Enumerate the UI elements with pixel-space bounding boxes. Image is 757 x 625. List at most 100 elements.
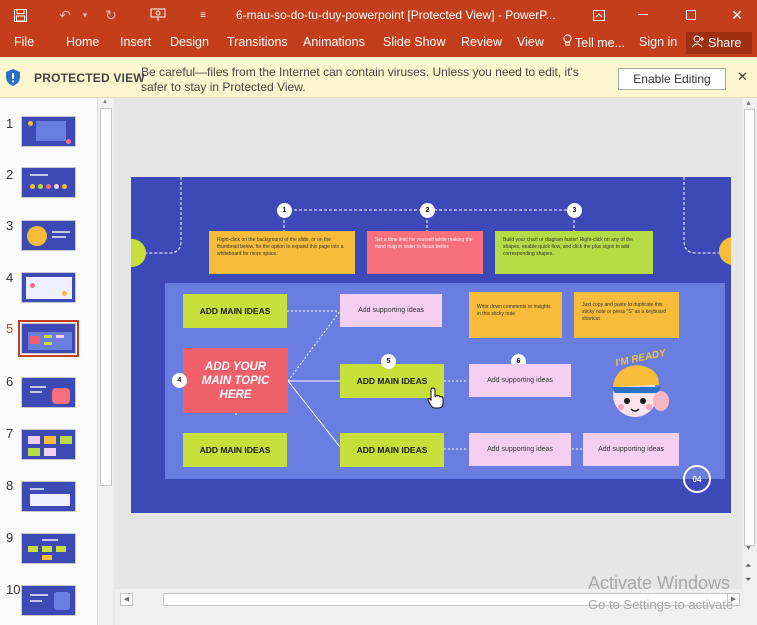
customize-quick-access-icon[interactable]: ≡ [196,0,210,30]
slide-thumbnail-1[interactable] [21,116,76,147]
protected-view-bar: PROTECTED VIEW Be careful—files from the… [0,57,757,98]
slide-thumbnail-pane: 1 2 3 4 5 6 7 8 9 10 [0,98,97,625]
share-label: Share [708,36,742,50]
thumb-shape [54,592,70,610]
tab-home[interactable]: Home [66,30,99,57]
slide-thumbnail-7[interactable] [21,429,76,460]
thumb-shape [28,448,40,456]
activate-windows-watermark: Activate Windows [588,573,731,593]
thumb-number: 4 [6,270,14,285]
thumb-line [30,386,46,388]
sticky-note-5[interactable]: Just copy and paste to duplicate this st… [574,292,679,338]
slide-thumbnail-2[interactable] [21,167,76,198]
tab-file[interactable]: File [14,30,34,57]
main-idea-box-4[interactable]: ADD MAIN IDEAS [340,433,444,467]
thumb-shape [44,448,56,456]
page-number-badge: 04 [683,465,711,493]
tab-design[interactable]: Design [170,30,209,57]
slide-editing-area: 1 2 3 Right-click on the background of t… [115,98,742,589]
tab-review[interactable]: Review [461,30,502,57]
save-icon[interactable] [10,0,30,30]
minimize-icon[interactable] [630,0,656,30]
scroll-up-icon[interactable]: ▲ [102,99,108,105]
thumb-dot [30,283,35,288]
thumb-shape [36,121,66,141]
lightbulb-icon [563,31,572,56]
thumb-dot [54,184,59,189]
supporting-idea-box-1[interactable]: Add supporting ideas [340,294,442,327]
slide-vertical-scrollbar[interactable]: ▲ ▼ ⏶ ⏷ [742,98,757,589]
close-window-icon[interactable]: ✕ [724,0,750,30]
supporting-idea-box-3[interactable]: Add supporting ideas [469,433,571,466]
main-idea-box-1[interactable]: ADD MAIN IDEAS [183,294,287,328]
protected-view-message-line1: Be careful—files from the Internet can c… [141,65,579,79]
person-add-icon [691,35,705,51]
thumb-dot [28,121,33,126]
thumb-line [30,600,42,602]
main-topic-box[interactable]: ADD YOUR MAIN TOPIC HERE [183,348,288,413]
protected-view-label: PROTECTED VIEW [34,71,145,85]
thumb-dot [46,184,51,189]
next-slide-icon[interactable]: ⏷ [745,575,751,585]
thumb-number: 3 [6,218,14,233]
slide-thumbnail-5[interactable] [18,320,79,357]
thumb-shape [42,555,52,560]
thumbnail-scrollbar[interactable]: ▲ [97,98,114,625]
sign-in-link[interactable]: Sign in [639,30,677,57]
supporting-idea-box-2[interactable]: Add supporting ideas [469,364,571,397]
scroll-left-icon[interactable]: ◀ [120,593,133,606]
tab-view[interactable]: View [517,30,544,57]
thumb-shape [28,436,40,444]
scroll-up-icon[interactable]: ▲ [745,100,752,107]
tab-animations[interactable]: Animations [303,30,365,57]
slide-thumbnail-4[interactable] [21,272,76,303]
share-button[interactable]: Share [686,32,752,54]
scrollbar-thumb[interactable] [100,108,112,486]
thumb-shape [56,546,66,552]
previous-slide-icon[interactable]: ⏶ [745,561,751,571]
sticky-note-4[interactable]: Write down comments or insights in this … [469,292,562,338]
start-from-beginning-icon[interactable] [146,0,170,30]
step-number-4: 4 [172,373,187,388]
redo-icon[interactable]: ↻ [100,0,122,30]
slide-thumbnail-10[interactable] [21,585,76,616]
thumb-number: 6 [6,374,14,389]
tab-insert[interactable]: Insert [120,30,151,57]
title-bar: ↶ ▾ ↻ ≡ 6-mau-so-do-tu-duy-powerpoint [P… [0,0,757,30]
ribbon-display-options-icon[interactable] [588,0,610,30]
undo-icon[interactable]: ↶ [52,0,78,30]
hand-cursor-icon [427,387,445,414]
thumb-number-selected: 5 [6,321,14,336]
scrollbar-thumb[interactable] [744,109,755,546]
slide-thumbnail-9[interactable] [21,533,76,564]
thumb-dot [30,184,35,189]
thumb-shape [30,336,40,344]
tab-transitions[interactable]: Transitions [227,30,288,57]
thumb-shape [42,546,52,552]
thumb-line [30,174,48,176]
thumb-shape [56,335,64,338]
undo-dropdown-icon[interactable]: ▾ [78,0,92,30]
maximize-icon[interactable] [678,0,704,30]
thumb-number: 8 [6,478,14,493]
enable-editing-button[interactable]: Enable Editing [618,68,726,90]
slide[interactable]: 1 2 3 Right-click on the background of t… [131,177,731,513]
slide-thumbnail-8[interactable] [21,481,76,512]
close-icon[interactable]: ✕ [737,69,748,85]
supporting-idea-box-4[interactable]: Add supporting ideas [583,433,679,466]
slide-thumbnail-6[interactable] [21,377,76,408]
tell-me-search[interactable]: Tell me... [563,30,625,57]
ribbon-tabs: File Home Insert Design Transitions Anim… [0,30,757,57]
main-idea-box-2[interactable]: ADD MAIN IDEAS [183,433,287,467]
scroll-down-icon[interactable]: ▼ [745,545,752,552]
slide-thumbnail-3[interactable] [21,220,76,251]
tab-slide-show[interactable]: Slide Show [383,30,446,57]
thumb-shape [44,342,52,345]
thumb-line [30,391,42,393]
thumb-number: 7 [6,426,14,441]
thumb-shape [52,388,70,404]
thumb-line [42,539,58,541]
thumb-dot [66,139,71,144]
thumb-shape [28,546,38,552]
thumb-line [52,236,66,238]
